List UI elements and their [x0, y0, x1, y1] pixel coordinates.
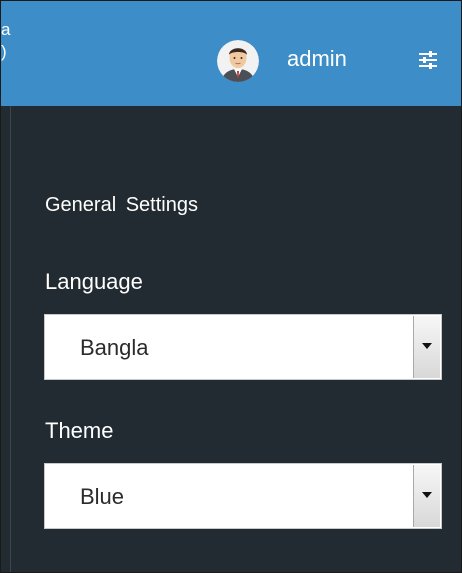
- language-select[interactable]: Bangla: [44, 314, 442, 380]
- theme-select-value: Blue: [80, 484, 125, 509]
- app-window: a ) admin General Settings Language Bang…: [0, 0, 462, 573]
- language-label: Language: [45, 269, 143, 294]
- language-select-value: Bangla: [80, 335, 149, 360]
- header-bar: a ) admin: [1, 1, 461, 106]
- sliders-icon[interactable]: [417, 49, 439, 71]
- user-avatar-icon[interactable]: [217, 40, 259, 82]
- left-divider: [1, 106, 11, 572]
- chevron-down-icon[interactable]: [413, 316, 440, 378]
- panel-title: General Settings: [45, 194, 198, 216]
- theme-label: Theme: [45, 418, 114, 443]
- username-label[interactable]: admin: [287, 45, 347, 73]
- truncated-header-text: a ): [1, 20, 11, 61]
- theme-select[interactable]: Blue: [44, 463, 442, 529]
- chevron-down-icon[interactable]: [413, 465, 440, 527]
